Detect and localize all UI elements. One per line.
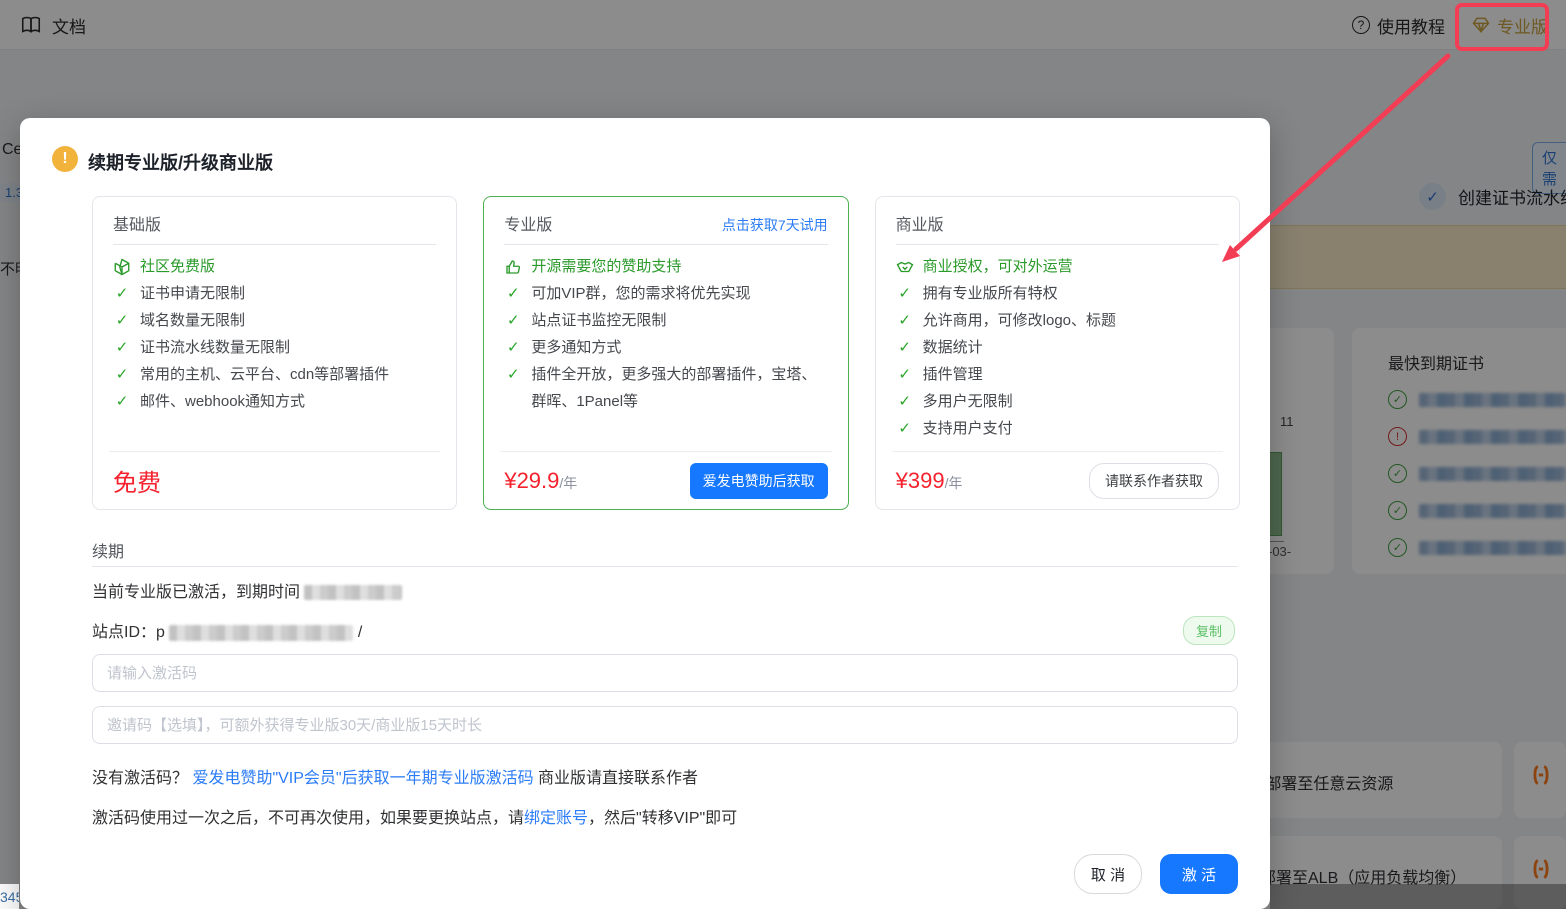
plan-price: 免费 <box>113 470 161 497</box>
feature-item: ✓ 插件管理 <box>896 361 1219 388</box>
check-icon: ✓ <box>507 366 520 383</box>
plan-header: 专业版 点击获取7天试用 <box>504 211 828 245</box>
renew-section-title: 续期 <box>92 544 125 561</box>
check-icon: ✓ <box>898 285 911 302</box>
plan-name: 商业版 <box>895 217 944 234</box>
feature-list: 开源需要您的赞助支持 ✓ 可加VIP群，您的需求将优先实现 ✓ 站点证书监控无限制 … <box>504 253 827 451</box>
feature-item: ✓ 证书流水线数量无限制 <box>113 334 436 361</box>
feature-item: ✓ 域名数量无限制 <box>113 307 436 334</box>
feature-item: ✓ 可加VIP群，您的需求将优先实现 <box>504 280 827 307</box>
footer-text-fragment: 345 <box>0 884 19 909</box>
feature-item: ✓ 插件全开放，更多强大的部署插件，宝塔、群晖、1Panel等 <box>504 361 827 415</box>
package-icon <box>113 253 131 280</box>
plan-card-business: 商业版 商业授权，可对外运营 ✓ 拥有专业版所有特权 ✓ 允许商用，可修改logo、… <box>874 196 1240 510</box>
feature-list: 商业授权，可对外运营 ✓ 拥有专业版所有特权 ✓ 允许商用，可修改logo、标题 ✓… <box>896 253 1219 451</box>
check-icon: ✓ <box>898 339 911 356</box>
plan-footer: ¥399/年 请联系作者获取 <box>891 451 1223 509</box>
check-icon: ✓ <box>507 285 520 302</box>
page: 文档 ? 使用教程 专业版 Cer 1.3 不明 仅需 ✓ 创建证书流水线 11… <box>0 0 1566 909</box>
site-id-row: 站点ID：p / <box>92 624 363 641</box>
plan-card-pro: 专业版 点击获取7天试用 开源需要您的赞助支持 ✓ 可加VIP群，您的需求将优先实… <box>483 196 849 510</box>
plan-headline: 社区免费版 <box>113 253 436 280</box>
redacted-expiry-date <box>304 585 403 601</box>
bind-account-link[interactable]: 绑定账号 <box>524 810 588 827</box>
activate-button[interactable]: 激 活 <box>1160 854 1238 894</box>
cancel-button[interactable]: 取 消 <box>1074 854 1142 894</box>
redacted-site-id <box>169 624 354 641</box>
contact-author-button[interactable]: 请联系作者获取 <box>1088 462 1219 499</box>
invite-code-input[interactable] <box>92 706 1238 744</box>
plan-headline: 商业授权，可对外运营 <box>896 253 1219 280</box>
feature-list: 社区免费版 ✓ 证书申请无限制 ✓ 域名数量无限制 ✓ 证书流水线数量无限制 ✓ 常用的… <box>113 253 436 451</box>
check-icon: ✓ <box>898 420 911 437</box>
check-icon: ✓ <box>898 366 911 383</box>
plan-footer: 免费 <box>109 451 441 509</box>
plan-card-basic: 基础版 社区免费版 ✓ 证书申请无限制 ✓ 域名数量无限制 ✓ 证书流水线数量无限制 <box>92 196 458 510</box>
check-icon: ✓ <box>115 366 129 383</box>
plan-footer: ¥29.9/年 爱发电赞助后获取 <box>500 451 832 509</box>
sponsor-get-button[interactable]: 爱发电赞助后获取 <box>689 462 828 499</box>
copy-button[interactable]: 复制 <box>1183 616 1236 645</box>
plan-cards: 基础版 社区免费版 ✓ 证书申请无限制 ✓ 域名数量无限制 ✓ 证书流水线数量无限制 <box>92 196 1240 510</box>
plan-price: ¥29.9/年 <box>504 467 578 493</box>
activation-code-input[interactable] <box>92 654 1238 692</box>
divider <box>92 566 1238 567</box>
activation-status-text: 当前专业版已激活，到期时间 <box>92 578 403 602</box>
activation-usage-note: 激活码使用过一次之后，不可再次使用，如果要更换站点，请绑定账号，然后"转移VIP… <box>92 810 738 827</box>
modal-footer: 取 消 激 活 <box>1074 854 1238 894</box>
sponsor-link[interactable]: 爱发电赞助"VIP会员"后获取一年期专业版激活码 <box>192 770 533 787</box>
thumbs-up-icon <box>504 253 522 280</box>
check-icon: ✓ <box>115 393 129 410</box>
annotation-highlight-box <box>1455 3 1549 51</box>
check-icon: ✓ <box>115 312 129 329</box>
feature-item: ✓ 常用的主机、云平台、cdn等部署插件 <box>113 361 436 388</box>
check-icon: ✓ <box>507 312 520 329</box>
modal-title: 续期专业版/升级商业版 <box>88 153 273 173</box>
handshake-icon <box>896 253 914 280</box>
check-icon: ✓ <box>898 393 911 410</box>
feature-item: ✓ 数据统计 <box>896 334 1219 361</box>
feature-item: ✓ 证书申请无限制 <box>113 280 436 307</box>
feature-item: ✓ 更多通知方式 <box>504 334 827 361</box>
feature-item: ✓ 支持用户支付 <box>896 415 1219 442</box>
plan-name: 专业版 <box>504 217 553 234</box>
check-icon: ✓ <box>115 285 129 302</box>
check-icon: ✓ <box>507 339 520 356</box>
feature-item: ✓ 多用户无限制 <box>896 388 1219 415</box>
feature-item: ✓ 拥有专业版所有特权 <box>896 280 1219 307</box>
plan-header: 基础版 <box>113 211 437 245</box>
no-code-note: 没有激活码？ 爱发电赞助"VIP会员"后获取一年期专业版激活码 商业版请直接联系… <box>92 770 699 787</box>
trial-link[interactable]: 点击获取7天试用 <box>722 215 828 235</box>
warning-icon: ! <box>52 146 78 172</box>
plan-price: ¥399/年 <box>895 467 963 493</box>
plan-name: 基础版 <box>113 217 162 234</box>
check-icon: ✓ <box>115 339 129 356</box>
upgrade-modal: ! 续期专业版/升级商业版 基础版 社区免费版 ✓ 证书申请无限制 ✓ 域名数量… <box>20 118 1270 909</box>
plan-headline: 开源需要您的赞助支持 <box>504 253 827 280</box>
feature-item: ✓ 邮件、webhook通知方式 <box>113 388 436 415</box>
feature-item: ✓ 站点证书监控无限制 <box>504 307 827 334</box>
check-icon: ✓ <box>898 312 911 329</box>
feature-item: ✓ 允许商用，可修改logo、标题 <box>896 307 1219 334</box>
plan-header: 商业版 <box>895 211 1219 245</box>
